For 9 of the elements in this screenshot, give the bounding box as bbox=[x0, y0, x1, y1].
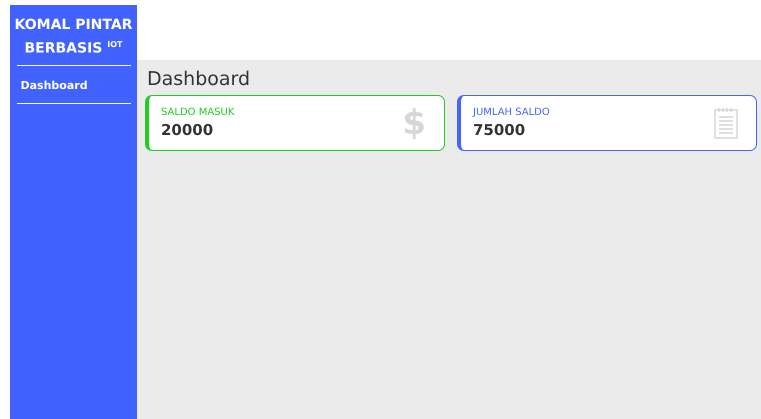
brand-title: KOMAL PINTAR BERBASIS $^{IOT}$ bbox=[14, 16, 134, 59]
card-label: SALDO MASUK bbox=[161, 107, 234, 118]
card-value: 20000 bbox=[161, 121, 214, 139]
notepad-icon bbox=[714, 107, 738, 139]
dollar-icon: $ bbox=[402, 103, 426, 143]
page-title: Dashboard bbox=[147, 68, 252, 90]
card-value: 75000 bbox=[473, 121, 526, 139]
card-label: JUMLAH SALDO bbox=[473, 107, 550, 118]
sidebar-item[interactable]: Dashboard bbox=[16, 66, 130, 103]
